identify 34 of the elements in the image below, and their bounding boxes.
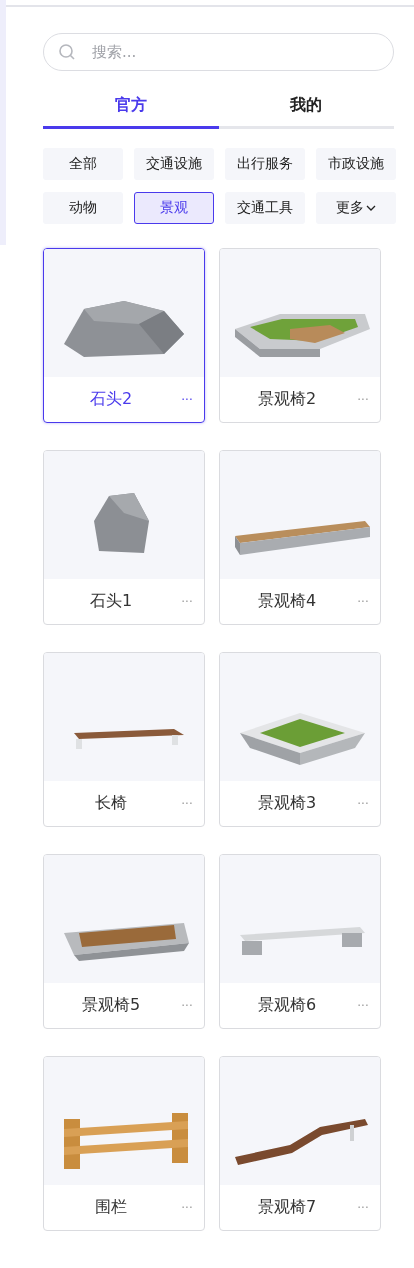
model-name: 景观椅2 (256, 389, 318, 410)
model-card[interactable]: 围栏 ··· (43, 1056, 205, 1231)
model-card[interactable]: 景观椅7 ··· (219, 1056, 381, 1231)
model-card[interactable]: 石头1 ··· (43, 450, 205, 625)
search-icon (58, 43, 76, 61)
model-name: 景观椅3 (256, 793, 318, 814)
model-card[interactable]: 长椅 ··· (43, 652, 205, 827)
filter-chip[interactable]: 市政设施 (316, 148, 396, 180)
model-card[interactable]: 景观椅5 ··· (43, 854, 205, 1029)
chevron-down-icon (366, 205, 376, 211)
filter-chip[interactable]: 动物 (43, 192, 123, 224)
model-card[interactable]: 石头2 ··· (43, 248, 205, 423)
model-card[interactable]: 景观椅3 ··· (219, 652, 381, 827)
model-name: 石头2 (88, 389, 134, 410)
model-name: 围栏 (94, 1197, 128, 1218)
search-field[interactable]: 搜索... (43, 33, 394, 71)
filter-chip[interactable]: 出行服务 (225, 148, 305, 180)
model-name: 景观椅4 (256, 591, 318, 612)
tab[interactable]: 官方 (43, 89, 219, 129)
model-name: 长椅 (94, 793, 128, 814)
more-dropdown[interactable]: 更多 (316, 192, 396, 224)
model-card[interactable]: 景观椅2 ··· (219, 248, 381, 423)
model-name: 景观椅6 (256, 995, 318, 1016)
filter-chip[interactable]: 全部 (43, 148, 123, 180)
tab[interactable]: 我的 (218, 89, 394, 129)
filter-chip[interactable]: 交通工具 (225, 192, 305, 224)
model-card[interactable]: 景观椅6 ··· (219, 854, 381, 1029)
more-button[interactable]: ··· (170, 392, 204, 407)
model-name: 石头1 (88, 591, 134, 612)
model-name: 景观椅7 (256, 1197, 318, 1218)
model-card[interactable]: 景观椅4 ··· (219, 450, 381, 625)
model-name: 景观椅5 (80, 995, 142, 1016)
filter-chip[interactable]: 交通设施 (134, 148, 214, 180)
filter-chip[interactable]: 景观 (134, 192, 214, 224)
